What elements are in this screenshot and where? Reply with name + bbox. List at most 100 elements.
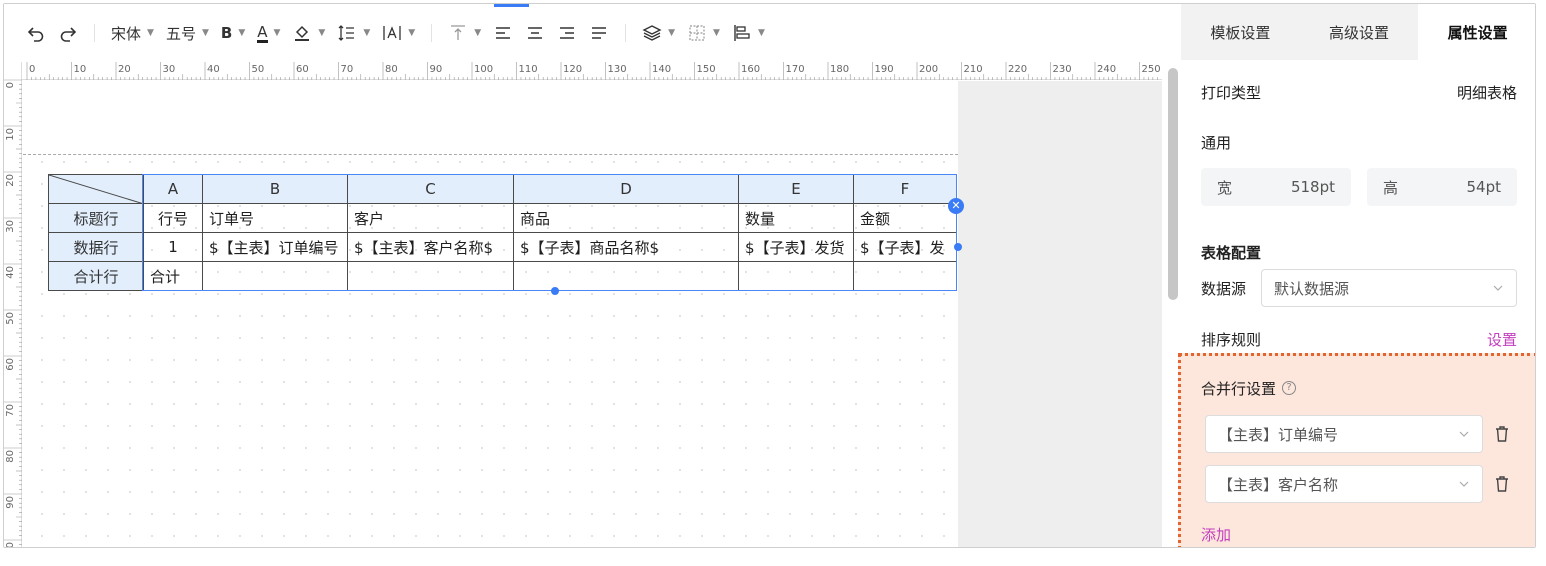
font-size-select[interactable]: 五号 ▼ <box>160 18 215 48</box>
caret-down-icon: ▼ <box>201 28 209 38</box>
diagonal-line <box>49 175 141 203</box>
help-icon[interactable]: ? <box>1282 381 1297 395</box>
ruler-label: 200 <box>919 64 938 75</box>
table-cell[interactable]: 商品 <box>513 203 739 233</box>
add-merge-row-link[interactable]: 添加 <box>1201 524 1231 545</box>
column-header[interactable]: A <box>143 174 203 204</box>
tab-advanced-settings[interactable]: 高级设置 <box>1300 4 1419 60</box>
align-left-icon <box>496 27 511 39</box>
ruler-label: 20 <box>5 174 16 187</box>
layer-button[interactable]: ▼ <box>636 18 681 48</box>
app-frame: 宋体 ▼ 五号 ▼ B ▼ A ▼ ▼ ▼ ▼ ▼ ▼ ▼ ▼ 0 10 20 … <box>3 3 1536 548</box>
detail-table[interactable]: A B C D E F 标题行 行号 订单号 客户 商品 数量 金额 数据行 1… <box>48 174 957 291</box>
table-row: 标题行 行号 订单号 客户 商品 数量 金额 <box>48 203 957 233</box>
chevron-down-icon <box>1459 431 1469 437</box>
resize-handle-bottom[interactable] <box>551 287 559 295</box>
table-row: 合计行 合计 <box>48 261 957 291</box>
general-label: 通用 <box>1201 133 1232 152</box>
column-header[interactable]: E <box>738 174 854 204</box>
resize-handle-right[interactable] <box>954 243 962 251</box>
fill-color-button[interactable]: ▼ <box>286 18 331 48</box>
ruler-label: 80 <box>385 64 398 75</box>
undo-icon[interactable] <box>20 18 52 48</box>
print-type-label: 打印类型 <box>1201 83 1262 102</box>
caret-down-icon: ▼ <box>474 28 482 38</box>
table-cell[interactable]: 行号 <box>143 203 203 233</box>
align-justify-button[interactable] <box>583 18 615 48</box>
column-header[interactable]: B <box>202 174 348 204</box>
border-button[interactable]: ▼ <box>681 18 726 48</box>
arrange-button[interactable]: ▼ <box>726 18 771 48</box>
height-field[interactable]: 高 54pt <box>1367 168 1517 206</box>
column-header[interactable]: C <box>347 174 514 204</box>
table-cell[interactable] <box>513 261 739 291</box>
design-canvas[interactable]: A B C D E F 标题行 行号 订单号 客户 商品 数量 金额 数据行 1… <box>23 81 1162 547</box>
tab-property-settings[interactable]: 属性设置 <box>1418 4 1535 60</box>
font-family-select[interactable]: 宋体 ▼ <box>105 18 160 48</box>
table-cell[interactable]: 金额 <box>853 203 957 233</box>
width-label: 宽 <box>1217 178 1233 197</box>
table-cell[interactable] <box>738 261 854 291</box>
table-row: 数据行 1 $【主表】订单编号 $【主表】客户名称$ $【子表】商品名称$ $【… <box>48 232 957 262</box>
align-top-button[interactable]: ▼ <box>442 18 487 48</box>
ruler-label: 10 <box>74 64 87 75</box>
merge-field-select[interactable]: 【主表】订单编号 <box>1205 415 1483 453</box>
row-header[interactable]: 数据行 <box>48 232 144 262</box>
print-type-value: 明细表格 <box>1456 83 1517 102</box>
align-right-button[interactable] <box>551 18 583 48</box>
column-header[interactable]: D <box>513 174 739 204</box>
sort-settings-link[interactable]: 设置 <box>1487 329 1517 350</box>
ruler-label: 230 <box>1053 64 1072 75</box>
print-type-row: 打印类型 明细表格 <box>1201 80 1517 104</box>
ruler-label: 140 <box>652 64 671 75</box>
toolbar: 宋体 ▼ 五号 ▼ B ▼ A ▼ ▼ ▼ ▼ ▼ ▼ ▼ ▼ <box>4 4 1179 62</box>
table-cell[interactable] <box>853 261 957 291</box>
ruler-label: 160 <box>741 64 760 75</box>
outside-paper-area <box>958 81 1162 547</box>
align-center-icon <box>528 27 543 39</box>
add-row: 添加 <box>1201 522 1517 546</box>
row-header[interactable]: 合计行 <box>48 261 144 291</box>
align-right-icon <box>560 27 575 39</box>
table-cell[interactable]: 1 <box>143 232 203 262</box>
table-cell[interactable]: 合计 <box>143 261 203 291</box>
trash-icon[interactable] <box>1493 475 1511 493</box>
toolbar-separator <box>431 24 433 42</box>
table-cell[interactable]: 数量 <box>738 203 854 233</box>
redo-icon[interactable] <box>52 18 84 48</box>
vertical-ruler[interactable]: 0 10 20 30 40 50 60 70 80 90 100 <box>4 62 22 547</box>
table-cell[interactable] <box>202 261 348 291</box>
table-cell[interactable]: 订单号 <box>202 203 348 233</box>
table-cell[interactable]: $【主表】客户名称$ <box>347 232 514 262</box>
table-cell[interactable]: 客户 <box>347 203 514 233</box>
ruler-label: 0 <box>5 82 16 88</box>
ruler-label: 40 <box>207 64 220 75</box>
canvas-scrollbar[interactable] <box>1168 68 1178 300</box>
close-icon[interactable]: ✕ <box>948 198 964 214</box>
column-header[interactable]: F <box>853 174 957 204</box>
table-cell[interactable]: $【子表】商品名称$ <box>513 232 739 262</box>
bold-button[interactable]: B ▼ <box>215 18 251 48</box>
line-height-icon <box>338 25 355 41</box>
horizontal-ruler[interactable]: 0 10 20 30 40 50 60 70 80 90 100 110 120 130 140 150 160… <box>22 62 1162 80</box>
line-height-button[interactable]: ▼ <box>331 18 376 48</box>
merge-field-select[interactable]: 【主表】客户名称 <box>1205 465 1483 503</box>
letter-spacing-icon <box>383 26 401 40</box>
width-field[interactable]: 宽 518pt <box>1201 168 1351 206</box>
table-cell[interactable]: $【子表】发货 <box>738 232 854 262</box>
table-cell[interactable]: $【主表】订单编号 <box>202 232 348 262</box>
letter-spacing-button[interactable]: ▼ <box>376 18 421 48</box>
trash-icon[interactable] <box>1493 425 1511 443</box>
align-center-button[interactable] <box>519 18 551 48</box>
ruler-label: 240 <box>1097 64 1116 75</box>
table-cell[interactable] <box>347 261 514 291</box>
row-header[interactable]: 标题行 <box>48 203 144 233</box>
ruler-label: 170 <box>786 64 805 75</box>
datasource-select[interactable]: 默认数据源 <box>1261 269 1517 307</box>
table-cell[interactable]: $【子表】发 <box>853 232 957 262</box>
chevron-down-icon <box>1493 285 1503 291</box>
ruler-label: 60 <box>296 64 309 75</box>
font-color-button[interactable]: A ▼ <box>251 18 286 48</box>
align-left-button[interactable] <box>487 18 519 48</box>
tab-template-settings[interactable]: 模板设置 <box>1181 4 1300 60</box>
